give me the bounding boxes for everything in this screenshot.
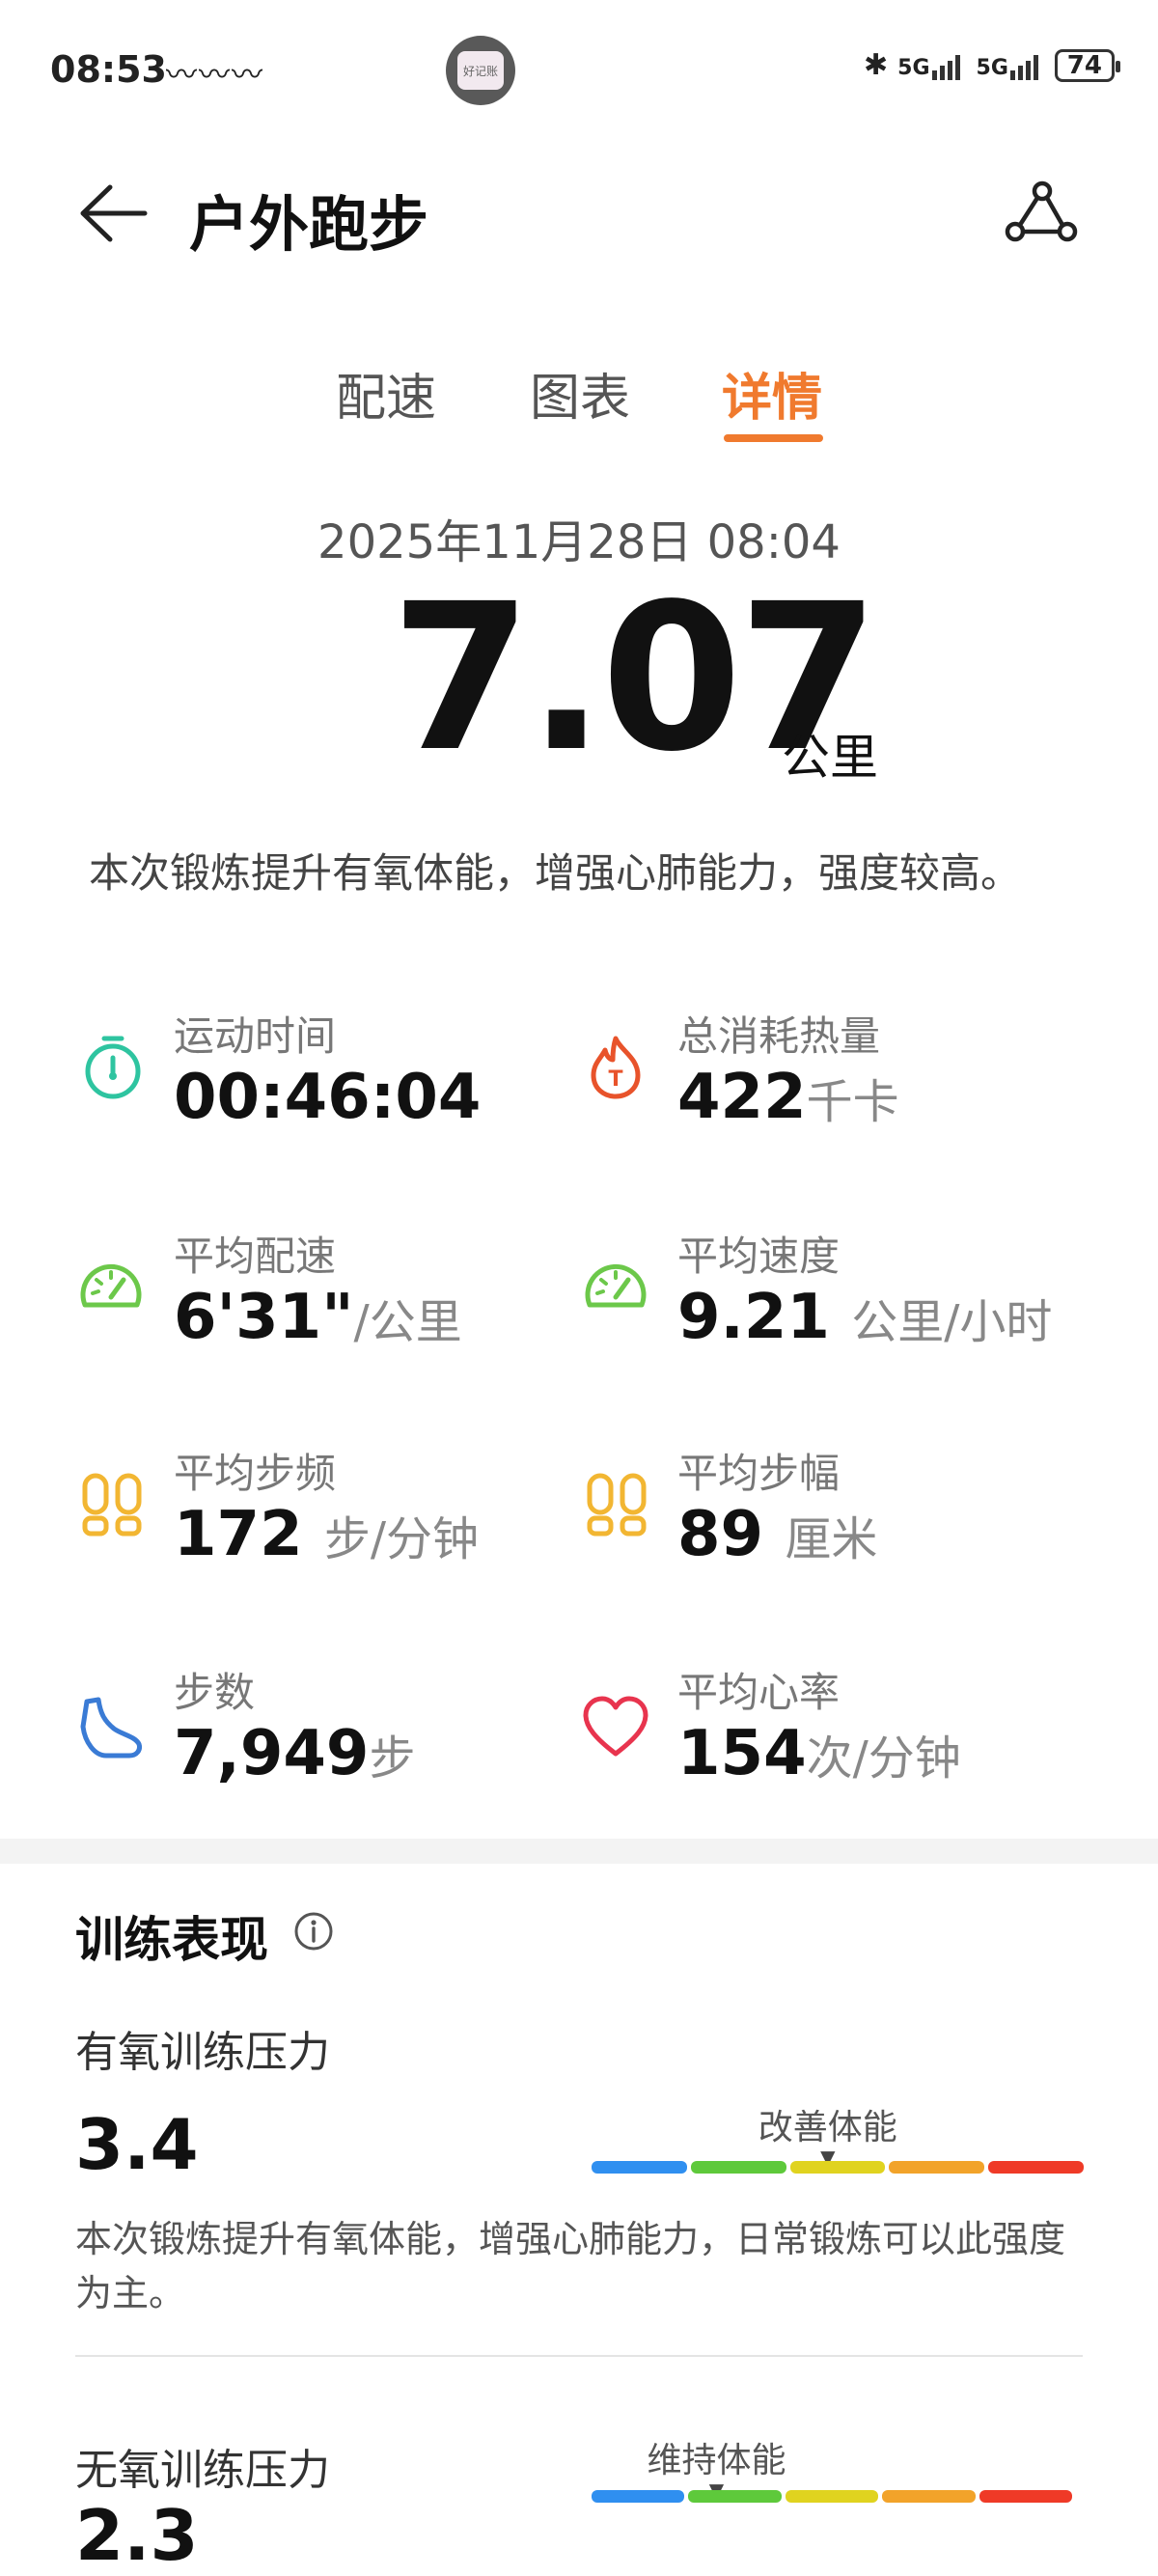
aerobic-load-score: 3.4 <box>75 2104 199 2185</box>
avg-stride-metric: 89 厘米 <box>677 1499 877 1570</box>
anaerobic-level-bar <box>592 2490 1073 2503</box>
avg-pace-unit: /公里 <box>353 1295 462 1349</box>
bar-segment-4 <box>889 2161 985 2174</box>
avg-heart-rate-metric: 154次/分钟 <box>677 1718 961 1789</box>
bar-segment-2 <box>690 2161 786 2174</box>
avg-heart-rate-label: 平均心率 <box>677 1669 841 1716</box>
duration-value: 00:46:04 <box>174 1062 482 1133</box>
steps-metric: 7,949步 <box>174 1718 415 1789</box>
network-activity-icon: 〰〰〰 <box>166 56 265 93</box>
bar-segment-3 <box>785 2490 879 2503</box>
anaerobic-load-title: 无氧训练压力 <box>75 2446 330 2495</box>
avg-cadence-unit: 步/分钟 <box>323 1512 480 1566</box>
calories-label: 总消耗热量 <box>677 1012 881 1060</box>
anaerobic-load-gauge: 维持体能 ▼ <box>592 2432 1073 2509</box>
avg-pace-value: 6'31" <box>174 1282 354 1353</box>
avg-heart-rate-value: 154 <box>677 1718 807 1789</box>
aerobic-load-description: 本次锻炼提升有氧体能，增强心肺能力，日常锻炼可以此强度为主。 <box>75 2218 1066 2314</box>
svg-text:T: T <box>608 1067 622 1092</box>
app-notification-label: 好记账 <box>457 51 504 90</box>
avg-pace-metric: 6'31"/公里 <box>174 1282 462 1353</box>
calories-value: 422 <box>677 1062 807 1133</box>
battery-icon: 74 <box>1054 48 1120 82</box>
signal-bars-icon <box>1009 54 1038 80</box>
tab-pace[interactable]: 配速 <box>336 357 436 429</box>
tab-details[interactable]: 详情 <box>722 357 822 429</box>
tab-chart[interactable]: 图表 <box>530 357 630 429</box>
bar-segment-1 <box>592 2490 685 2503</box>
bar-segment-4 <box>882 2490 976 2503</box>
avg-speed-unit: 公里/小时 <box>851 1295 1053 1349</box>
avg-cadence-value: 172 <box>174 1499 303 1570</box>
status-time: 08:53 <box>50 48 167 91</box>
route-share-icon[interactable] <box>1002 178 1079 255</box>
steps-unit: 步 <box>369 1731 416 1786</box>
anaerobic-load-score: 2.3 <box>75 2495 199 2576</box>
flame-icon: T <box>591 1036 641 1099</box>
avg-stride-value: 89 <box>677 1499 764 1570</box>
avg-speed-label: 平均速度 <box>677 1233 841 1280</box>
aerobic-level-label: 改善体能 <box>758 2108 897 2147</box>
signal-5g-icon: 5G <box>897 51 966 80</box>
section-divider <box>0 1839 1158 1864</box>
shoe-icon <box>80 1697 142 1759</box>
speedometer-icon <box>80 1263 142 1308</box>
avg-speed-value: 9.21 <box>677 1282 830 1353</box>
signal-bars-icon <box>931 54 960 80</box>
avg-stride-unit: 厘米 <box>785 1512 878 1566</box>
info-icon[interactable] <box>293 1911 334 1952</box>
duration-label: 运动时间 <box>174 1012 337 1060</box>
back-arrow-icon[interactable] <box>75 180 152 247</box>
steps-value: 7,949 <box>174 1718 370 1789</box>
app-notification-icon: 好记账 <box>446 36 515 105</box>
training-performance-title: 训练表现 <box>75 1912 268 1968</box>
bar-segment-2 <box>688 2490 782 2503</box>
avg-cadence-label: 平均步频 <box>174 1450 337 1497</box>
battery-level: 74 <box>1066 50 1102 80</box>
avg-speed-metric: 9.21 公里/小时 <box>677 1282 1052 1353</box>
signal-5g-icon-2: 5G <box>977 51 1045 80</box>
bar-segment-5 <box>979 2490 1073 2503</box>
avg-pace-label: 平均配速 <box>174 1233 337 1280</box>
bar-segment-3 <box>789 2161 886 2174</box>
anaerobic-level-label: 维持体能 <box>647 2441 786 2480</box>
bar-segment-1 <box>592 2161 687 2174</box>
calories-metric: 422千卡 <box>677 1062 899 1133</box>
distance-unit: 公里 <box>782 730 878 786</box>
stopwatch-icon <box>85 1036 141 1099</box>
footprints-icon <box>82 1473 142 1537</box>
avg-cadence-metric: 172 步/分钟 <box>174 1499 479 1570</box>
signal-5g-label-2: 5G <box>976 55 1008 80</box>
workout-summary: 本次锻炼提升有氧体能，增强心肺能力，强度较高。 <box>89 849 1022 897</box>
aerobic-level-bar <box>592 2161 1084 2174</box>
aerobic-load-gauge: 改善体能 ▼ <box>592 2099 1084 2176</box>
status-indicators: ✱ 5G 5G 74 <box>864 48 1120 82</box>
calories-unit: 千卡 <box>806 1075 899 1129</box>
active-tab-indicator <box>724 434 823 442</box>
avg-stride-label: 平均步幅 <box>677 1450 841 1497</box>
footprints-icon <box>587 1473 647 1537</box>
divider-line <box>75 2355 1083 2357</box>
bar-segment-5 <box>988 2161 1084 2174</box>
avg-heart-rate-unit: 次/分钟 <box>806 1731 961 1786</box>
speedometer-icon <box>585 1263 647 1308</box>
heart-icon <box>583 1696 648 1757</box>
signal-5g-label: 5G <box>897 55 930 80</box>
bluetooth-icon: ✱ <box>864 48 889 82</box>
aerobic-load-title: 有氧训练压力 <box>75 2028 330 2077</box>
steps-label: 步数 <box>174 1669 256 1716</box>
aerobic-level-marker: 改善体能 ▼ <box>758 2099 897 2169</box>
page-title: 户外跑步 <box>189 189 429 260</box>
